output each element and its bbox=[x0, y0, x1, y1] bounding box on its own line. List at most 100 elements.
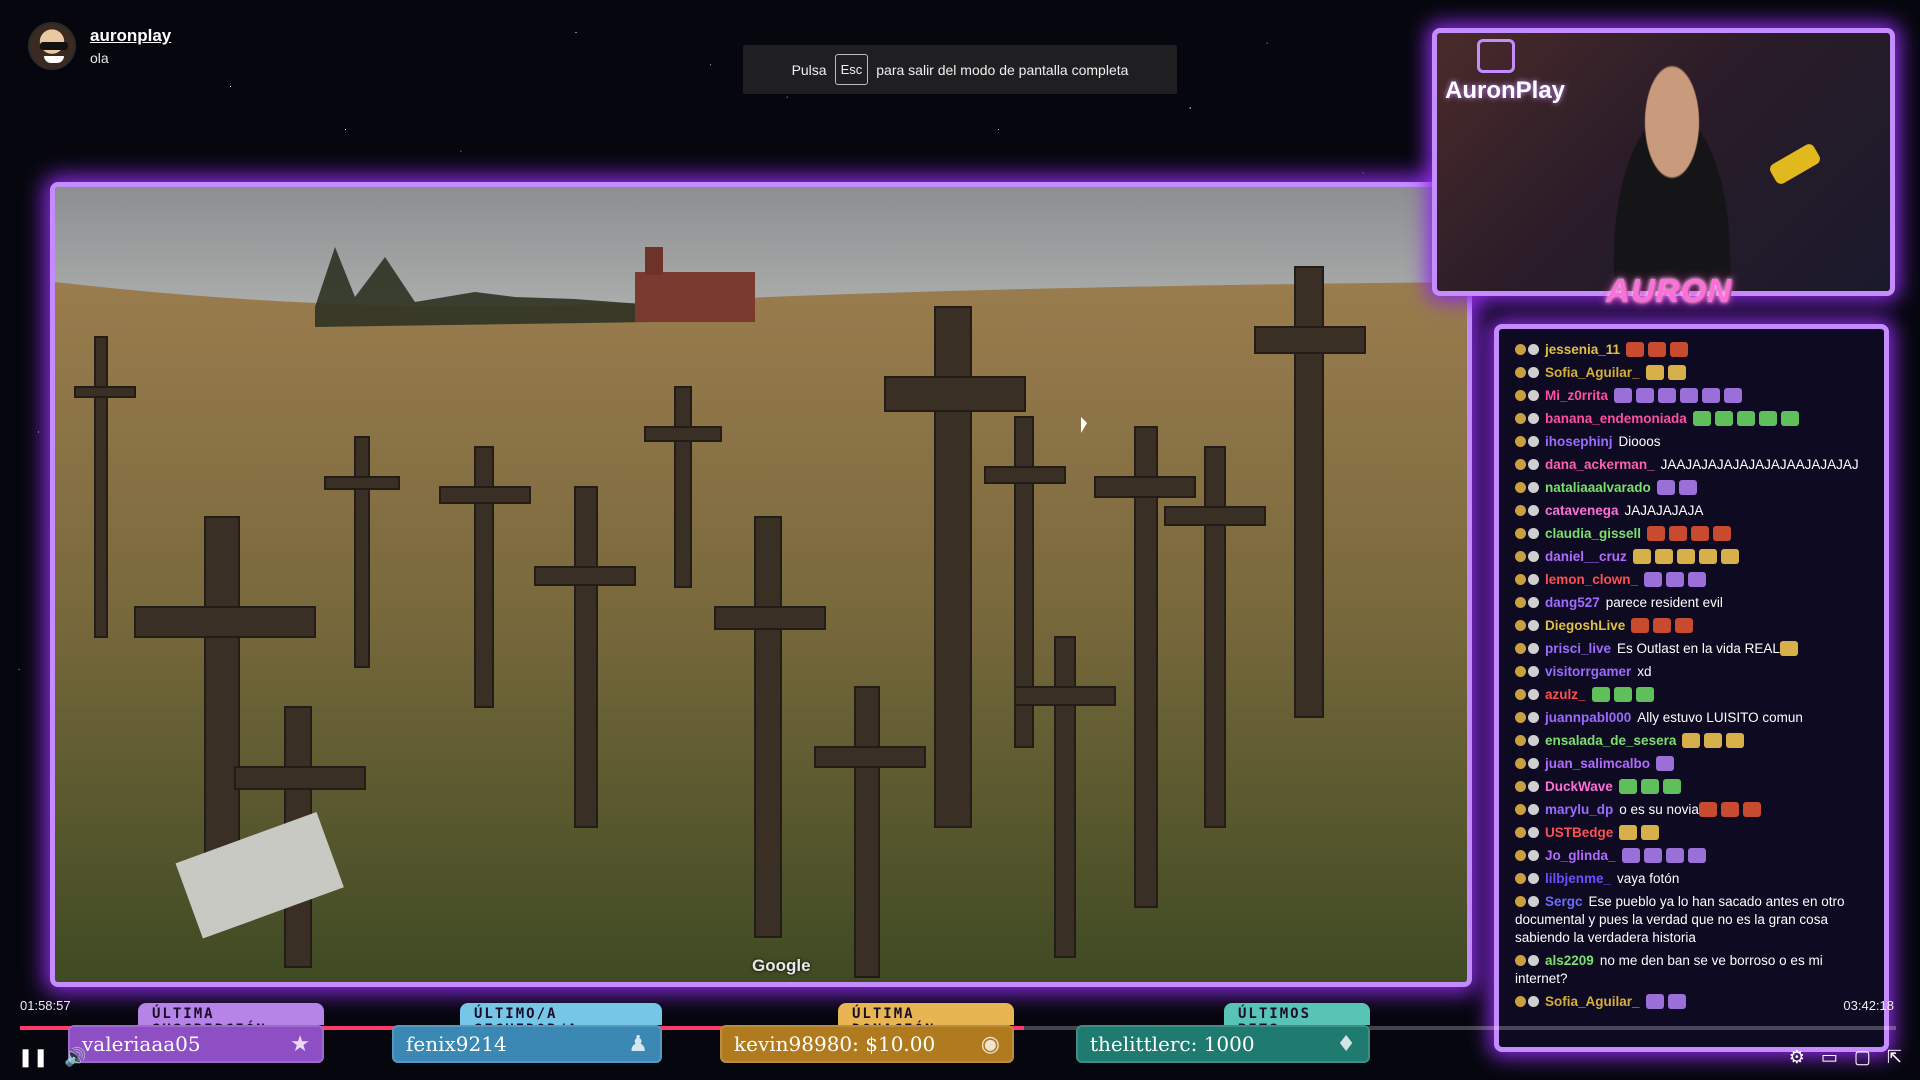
chat-username[interactable]: azulz_ bbox=[1545, 687, 1586, 702]
chat-username[interactable]: daniel__cruz bbox=[1545, 549, 1627, 564]
chat-badges bbox=[1515, 709, 1541, 727]
badge-icon bbox=[1528, 413, 1539, 424]
chat-username[interactable]: jessenia_11 bbox=[1545, 342, 1620, 357]
gear-icon[interactable]: ⚙ bbox=[1789, 1048, 1805, 1066]
badge-icon bbox=[1515, 367, 1526, 378]
chat-message-list: jessenia_11 Sofia_Aguilar_ Mi_z0rritabanan… bbox=[1515, 341, 1874, 1011]
badge-icon bbox=[1515, 528, 1526, 539]
webcam-brand-sign: AuronPlay bbox=[1445, 77, 1566, 104]
chat-username[interactable]: visitorrgamer bbox=[1545, 664, 1631, 679]
badge-icon bbox=[1528, 597, 1539, 608]
chat-message: DiegoshLive bbox=[1515, 617, 1874, 635]
webcam-frame: AuronPlay bbox=[1432, 28, 1895, 296]
chat-message: Sergc Ese pueblo ya lo han sacado antes e… bbox=[1515, 893, 1874, 947]
chat-username[interactable]: Sergc bbox=[1545, 894, 1583, 909]
chat-text: vaya fotón bbox=[1617, 871, 1680, 886]
chat-message: dana_ackerman_ JAAJAJAJAJAJAJAJAAJAJAJAJ bbox=[1515, 456, 1874, 474]
goal-tab-label: ÚLTIMOS BITS bbox=[1224, 1003, 1370, 1038]
chat-panel[interactable]: jessenia_11 Sofia_Aguilar_ Mi_z0rritabanan… bbox=[1494, 324, 1889, 1052]
chat-badges bbox=[1515, 824, 1541, 842]
chat-message: DuckWave bbox=[1515, 778, 1874, 796]
chat-text: Ally estuvo LUISITO comun bbox=[1637, 710, 1803, 725]
chat-username[interactable]: banana_endemoniada bbox=[1545, 411, 1687, 426]
chat-text: Es Outlast en la vida REAL bbox=[1617, 641, 1780, 656]
chat-message: azulz_ bbox=[1515, 686, 1874, 704]
chat-username[interactable]: ensalada_de_sesera bbox=[1545, 733, 1676, 748]
channel-avatar[interactable] bbox=[28, 22, 76, 70]
emote-icon bbox=[1714, 411, 1733, 426]
chat-message: lemon_clown_ bbox=[1515, 571, 1874, 589]
emote-icon bbox=[1665, 848, 1684, 863]
chat-username[interactable]: Sofia_Aguilar_ bbox=[1545, 994, 1640, 1009]
badge-icon bbox=[1515, 436, 1526, 447]
chat-username[interactable]: Jo_glinda_ bbox=[1545, 848, 1616, 863]
chat-username[interactable]: als2209 bbox=[1545, 953, 1594, 968]
emote-icon bbox=[1682, 733, 1701, 748]
chat-username[interactable]: juan_salimcalbo bbox=[1545, 756, 1650, 771]
chat-text: JAAJAJAJAJAJAJAJAAJAJAJAJ bbox=[1660, 457, 1859, 472]
chat-username[interactable]: DiegoshLive bbox=[1545, 618, 1625, 633]
badge-icon bbox=[1528, 996, 1539, 1007]
chat-badges bbox=[1515, 456, 1541, 474]
badge-icon bbox=[1515, 781, 1526, 792]
chat-badges bbox=[1515, 952, 1541, 970]
chat-text: parece resident evil bbox=[1605, 595, 1723, 610]
chat-message: ensalada_de_sesera bbox=[1515, 732, 1874, 750]
chat-username[interactable]: lilbjenme_ bbox=[1545, 871, 1611, 886]
chat-username[interactable]: ihosephinj bbox=[1545, 434, 1613, 449]
chat-message: dang527 parece resident evil bbox=[1515, 594, 1874, 612]
emote-icon bbox=[1667, 365, 1686, 380]
notice-after: para salir del modo de pantalla completa bbox=[876, 61, 1129, 78]
emote-icon bbox=[1648, 342, 1667, 357]
chat-username[interactable]: marylu_dp bbox=[1545, 802, 1613, 817]
chat-username[interactable]: lemon_clown_ bbox=[1545, 572, 1638, 587]
cast-icon[interactable]: ▭ bbox=[1821, 1048, 1838, 1066]
stream-status: ola bbox=[90, 50, 109, 66]
chat-username[interactable]: dana_ackerman_ bbox=[1545, 457, 1655, 472]
chat-username[interactable]: catavenega bbox=[1545, 503, 1619, 518]
badge-icon bbox=[1528, 781, 1539, 792]
chat-username[interactable]: DuckWave bbox=[1545, 779, 1613, 794]
chat-badges bbox=[1515, 870, 1541, 888]
chat-username[interactable]: USTBedge bbox=[1545, 825, 1613, 840]
badge-icon bbox=[1528, 735, 1539, 746]
chat-username[interactable]: Mi_z0rrita bbox=[1545, 388, 1608, 403]
chat-text: xd bbox=[1637, 664, 1652, 679]
chat-message: Sofia_Aguilar_ bbox=[1515, 364, 1874, 382]
pause-icon[interactable]: ❚❚ bbox=[18, 1048, 48, 1066]
chat-badges bbox=[1515, 594, 1541, 612]
chat-username[interactable]: nataliaaalvarado bbox=[1545, 480, 1651, 495]
chat-username[interactable]: juannpabl000 bbox=[1545, 710, 1631, 725]
badge-icon bbox=[1528, 643, 1539, 654]
emote-icon bbox=[1662, 779, 1681, 794]
chat-username[interactable]: claudia_gissell bbox=[1545, 526, 1641, 541]
emote-icon bbox=[1736, 411, 1755, 426]
emote-icon bbox=[1779, 641, 1798, 656]
chat-username[interactable]: dang527 bbox=[1545, 595, 1600, 610]
mouse-cursor-icon bbox=[1081, 417, 1087, 433]
emote-icon bbox=[1680, 388, 1699, 403]
chat-message: catavenega JAJAJAJAJA bbox=[1515, 502, 1874, 520]
emote-icon bbox=[1675, 618, 1694, 633]
emote-icon bbox=[1687, 848, 1706, 863]
emote-icon bbox=[1641, 825, 1660, 840]
chat-badges bbox=[1515, 617, 1541, 635]
chat-badges bbox=[1515, 732, 1541, 750]
chat-text: JAJAJAJAJA bbox=[1624, 503, 1704, 518]
emote-icon bbox=[1726, 733, 1745, 748]
badge-icon bbox=[1515, 689, 1526, 700]
exit-fullscreen-icon[interactable]: ⇱ bbox=[1887, 1048, 1902, 1066]
main-video-frame[interactable]: Google bbox=[50, 182, 1472, 987]
theater-icon[interactable]: ▢ bbox=[1854, 1048, 1871, 1066]
volume-icon[interactable]: 🔊 bbox=[64, 1048, 86, 1066]
emote-icon bbox=[1645, 365, 1664, 380]
badge-icon bbox=[1528, 666, 1539, 677]
emote-icon bbox=[1653, 618, 1672, 633]
badge-icon bbox=[1528, 551, 1539, 562]
chat-username[interactable]: Sofia_Aguilar_ bbox=[1545, 365, 1640, 380]
channel-name[interactable]: auronplay bbox=[90, 26, 171, 46]
badge-icon bbox=[1515, 735, 1526, 746]
emote-icon bbox=[1698, 549, 1717, 564]
chat-username[interactable]: prisci_live bbox=[1545, 641, 1611, 656]
chat-message: ihosephinj Diooos bbox=[1515, 433, 1874, 451]
